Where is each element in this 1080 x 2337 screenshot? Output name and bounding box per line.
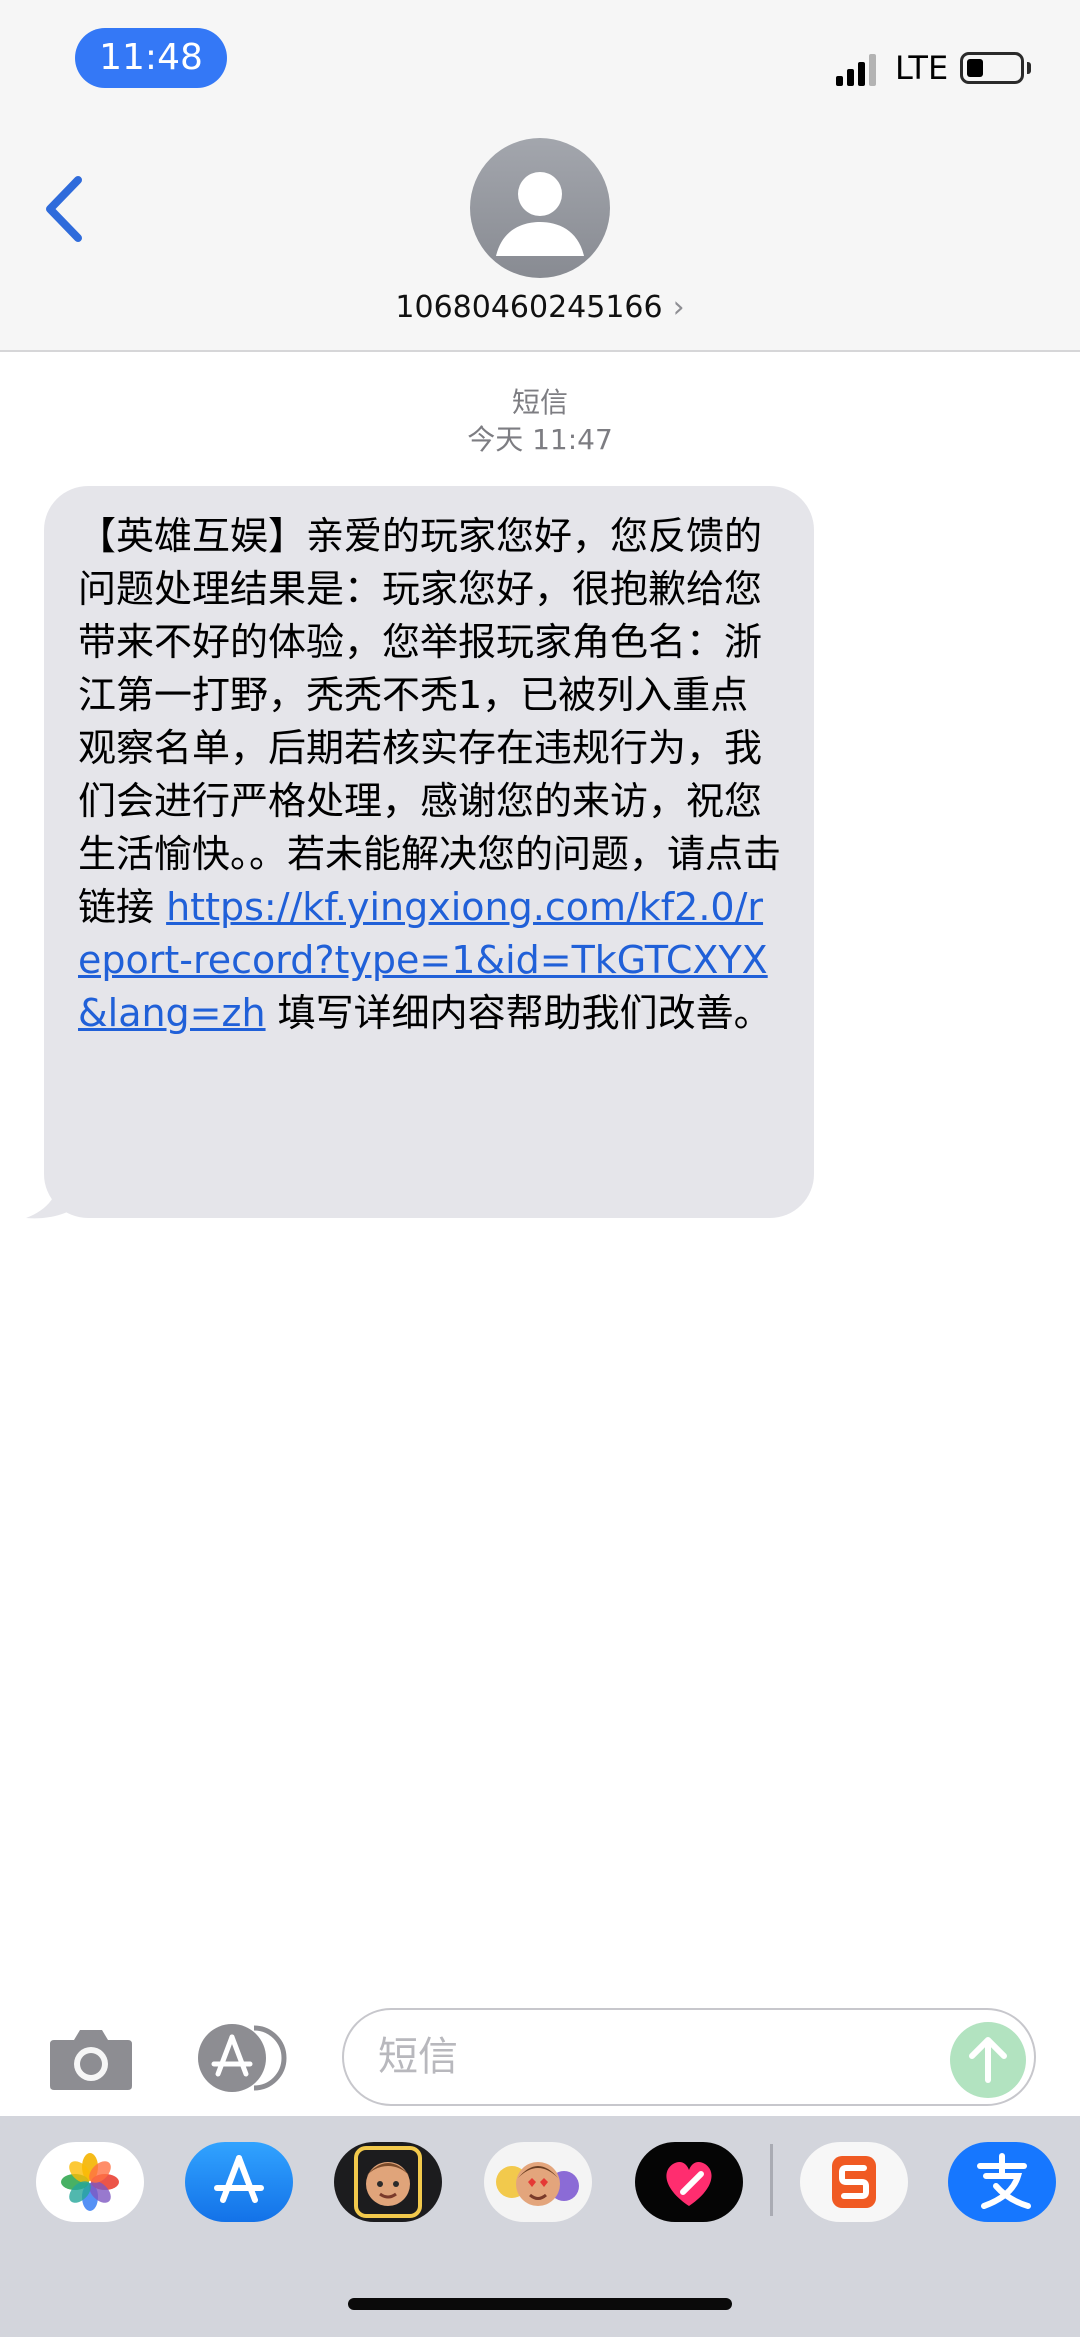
drawer-divider [770, 2144, 773, 2216]
battery-icon [960, 52, 1024, 84]
photos-app-icon[interactable] [36, 2142, 144, 2222]
message-input-placeholder: 短信 [378, 2034, 458, 2080]
digital-touch-app-icon[interactable] [635, 2142, 743, 2222]
back-chevron-icon[interactable] [36, 170, 96, 248]
contact-chevron-icon: › [672, 290, 685, 325]
sogou-app-icon[interactable] [800, 2142, 908, 2222]
message-text: 【英雄互娱】亲爱的玩家您好，您反馈的问题处理结果是：玩家您好，很抱歉给您带来不好… [78, 514, 782, 929]
status-time[interactable]: 11:48 [75, 28, 227, 88]
message-input[interactable]: 短信 [342, 2008, 1036, 2106]
service-label: 短信 [511, 386, 568, 419]
memoji-app-icon[interactable] [334, 2142, 442, 2222]
camera-icon[interactable] [46, 2022, 136, 2094]
home-indicator[interactable] [348, 2298, 732, 2310]
contact-avatar-icon[interactable] [470, 138, 610, 278]
app-store-icon[interactable] [192, 2022, 296, 2094]
contact-number: 10680460245166 [395, 290, 663, 325]
conversation-header: 11:48 LTE 10680460245166 › [0, 0, 1080, 352]
send-arrow-icon [969, 2037, 1007, 2083]
alipay-app-icon[interactable] [948, 2142, 1056, 2222]
message-text-tail: 填写详细内容帮助我们改善。 [265, 991, 772, 1035]
cellular-signal-icon [836, 54, 876, 86]
battery-tip [1027, 62, 1031, 74]
memoji-stickers-app-icon[interactable] [484, 2142, 592, 2222]
message-bubble[interactable]: 【英雄互娱】亲爱的玩家您好，您反馈的问题处理结果是：玩家您好，很抱歉给您带来不好… [44, 486, 814, 1218]
contact-name[interactable]: 10680460245166 › [0, 288, 1080, 328]
app-store-app-icon[interactable] [185, 2142, 293, 2222]
network-type: LTE [895, 49, 949, 87]
send-button[interactable] [950, 2022, 1026, 2098]
message-timestamp: 今天 11:47 [467, 423, 613, 456]
